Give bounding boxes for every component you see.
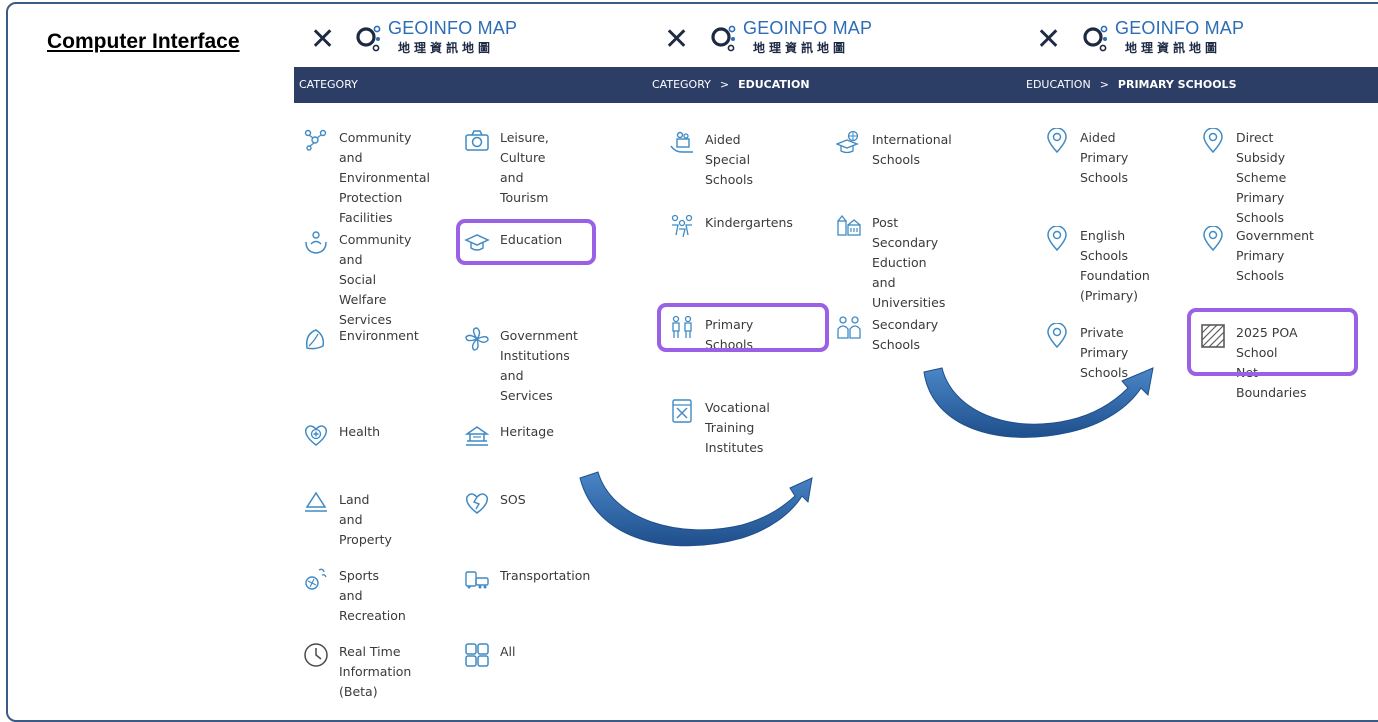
arrow-to-primary-panel bbox=[923, 367, 1154, 438]
flow-arrows bbox=[579, 367, 1154, 547]
arrow-to-education-panel bbox=[579, 471, 813, 547]
